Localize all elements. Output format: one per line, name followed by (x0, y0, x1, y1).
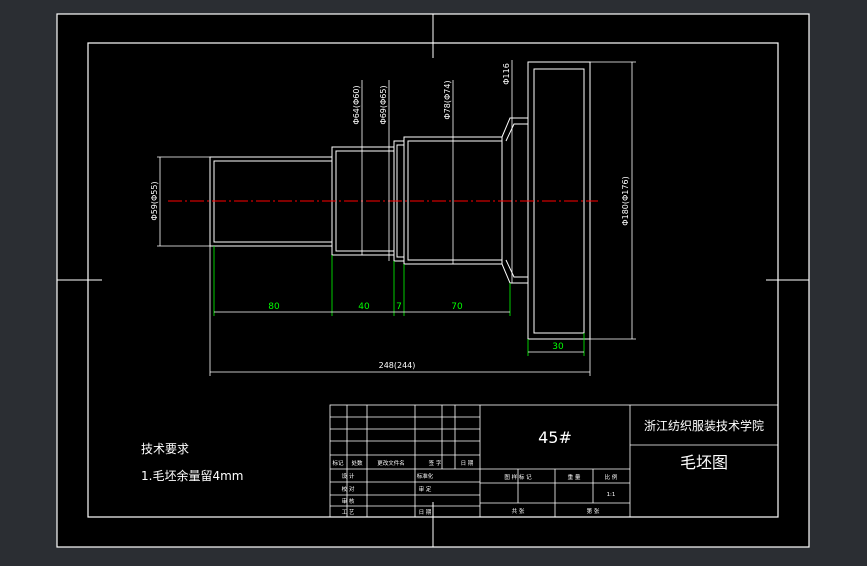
drawing-canvas: 80 40 7 70 30 248(244) Φ59(Φ55) Φ64(Φ60)… (56, 13, 810, 548)
row-design: 设 计 (342, 472, 355, 480)
cad-viewport[interactable]: 80 40 7 70 30 248(244) Φ59(Φ55) Φ64(Φ60)… (0, 0, 867, 562)
scale-label: 比 例 (605, 473, 618, 481)
dim-dia-mid2: Φ69(Φ65) (379, 85, 388, 124)
row-check: 校 对 (342, 485, 355, 493)
dim-seg3: 7 (396, 302, 402, 312)
dim-flange-length: 30 (552, 342, 564, 352)
notes-item-1: 1.毛坯余量留4mm (141, 468, 243, 483)
dim-seg2: 40 (358, 302, 370, 312)
row-label-mark: 标记 (332, 459, 344, 467)
dim-dia-mid1: Φ64(Φ60) (352, 85, 361, 124)
stage-label: 图 样 标 记 (504, 473, 532, 481)
standardization-label: 标准化 (417, 472, 434, 480)
dim-overall: 248(244) (379, 361, 416, 370)
material-label: 45# (538, 428, 572, 447)
dim-dia-flange: Φ180(Φ176) (621, 176, 630, 225)
drawing-name: 毛坯图 (680, 453, 728, 472)
school-name: 浙江纺织服装技术学院 (644, 418, 764, 433)
dim-dia-left: Φ59(Φ55) (150, 181, 159, 220)
row-review: 审 核 (342, 497, 355, 505)
notes-title: 技术要求 (141, 442, 189, 456)
approval-label: 审 定 (419, 485, 432, 493)
sheet-number: 第 张 (587, 507, 600, 515)
scale-value: 1:1 (607, 492, 616, 498)
total-sheets: 共 张 (512, 507, 525, 515)
dim-seg4: 70 (451, 302, 463, 312)
dim-seg1: 80 (268, 302, 280, 312)
dim-dia-small: Φ116 (502, 63, 511, 85)
row-process: 工 艺 (342, 509, 355, 516)
weight-label: 重 量 (568, 473, 581, 481)
date-label: 日 期 (419, 509, 432, 516)
row-label-file: 更改文件名 (377, 459, 405, 467)
row-label-date: 日 期 (461, 460, 474, 467)
row-label-sign: 签 字 (429, 459, 442, 467)
row-label-count: 处数 (351, 459, 363, 467)
dim-dia-mid3: Φ78(Φ74) (443, 80, 452, 119)
